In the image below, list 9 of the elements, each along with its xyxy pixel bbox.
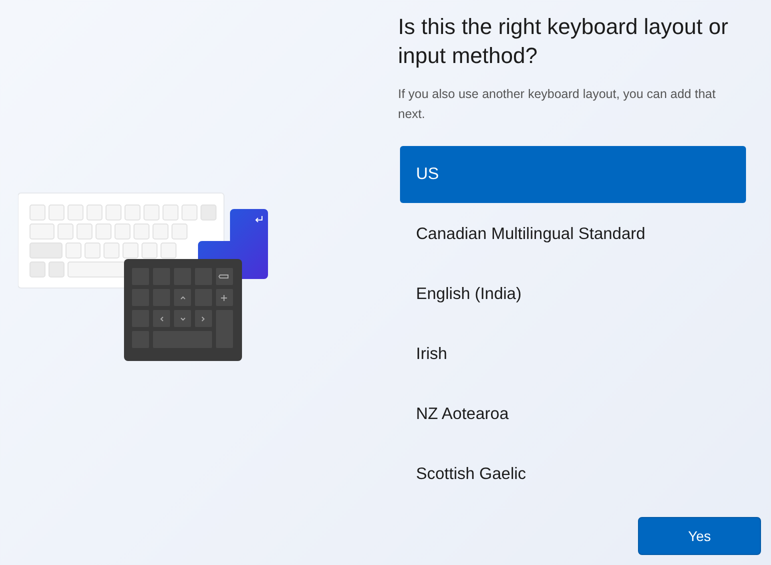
page-heading: Is this the right keyboard layout or input method? — [398, 13, 730, 70]
yes-button[interactable]: Yes — [638, 517, 761, 555]
layout-option[interactable]: Scottish Gaelic — [400, 446, 746, 491]
layout-option[interactable]: Irish — [400, 326, 746, 383]
layout-option[interactable]: English (India) — [400, 266, 746, 323]
description-text: If you also use another keyboard layout, you can add that next. — [398, 86, 717, 123]
layout-option[interactable]: NZ Aotearoa — [400, 386, 746, 443]
layout-option[interactable]: Canadian Multilingual Standard — [400, 206, 746, 263]
layout-option[interactable]: US — [400, 146, 746, 203]
